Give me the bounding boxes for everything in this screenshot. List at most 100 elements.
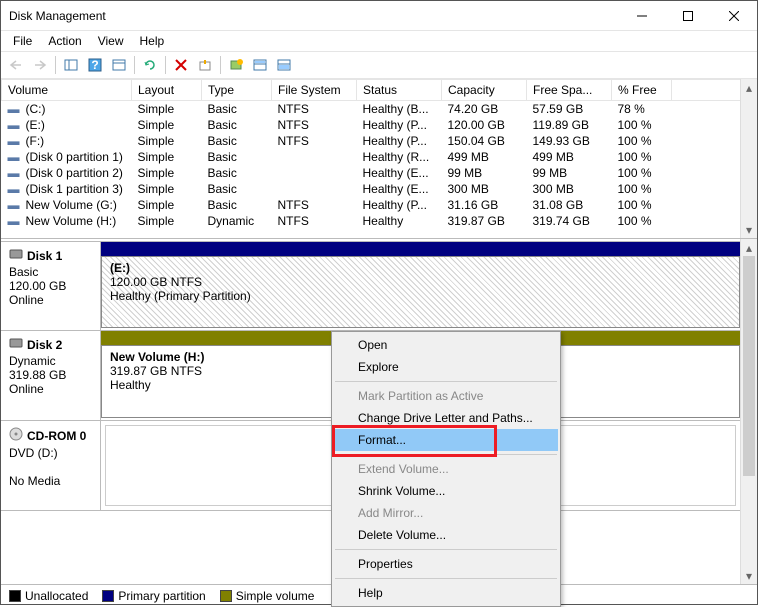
disk-color-bar (101, 242, 740, 256)
volume-name: (F:) (26, 134, 45, 148)
action-list-button[interactable] (108, 54, 130, 76)
cell: 100 % (612, 181, 672, 197)
volume-row[interactable]: ▬(Disk 1 partition 3)SimpleBasicHealthy … (2, 181, 757, 197)
cell: Healthy (E... (357, 181, 442, 197)
menu-item-add-mirror: Add Mirror... (334, 502, 558, 524)
menu-item-format[interactable]: Format... (334, 429, 558, 451)
cell: 100 % (612, 213, 672, 229)
cell: 31.08 GB (527, 197, 612, 213)
help-button[interactable]: ? (84, 54, 106, 76)
disk-header[interactable]: CD-ROM 0DVD (D:) No Media (1, 421, 101, 510)
cell: 300 MB (527, 181, 612, 197)
column-header[interactable]: Status (357, 80, 442, 101)
menu-view[interactable]: View (90, 32, 132, 50)
volume-icon: ▬ (6, 150, 22, 164)
menu-help[interactable]: Help (132, 32, 173, 50)
column-header[interactable]: File System (272, 80, 357, 101)
legend-swatch (220, 590, 232, 602)
menu-item-delete-volume[interactable]: Delete Volume... (334, 524, 558, 546)
refresh-button[interactable] (139, 54, 161, 76)
cell: 149.93 GB (527, 133, 612, 149)
menu-item-properties[interactable]: Properties (334, 553, 558, 575)
volume-row[interactable]: ▬(Disk 0 partition 1)SimpleBasicHealthy … (2, 149, 757, 165)
cdrom-icon (9, 427, 23, 444)
show-hide-console-tree-button[interactable] (60, 54, 82, 76)
menu-item-shrink-volume[interactable]: Shrink Volume... (334, 480, 558, 502)
disk-header[interactable]: Disk 2Dynamic319.88 GBOnline (1, 331, 101, 420)
window-title: Disk Management (9, 9, 619, 23)
cell: 31.16 GB (442, 197, 527, 213)
scroll-down-icon[interactable]: ▾ (741, 221, 757, 238)
column-header[interactable]: % Free (612, 80, 672, 101)
volume-row[interactable]: ▬(F:)SimpleBasicNTFSHealthy (P...150.04 … (2, 133, 757, 149)
cell: 319.87 GB (442, 213, 527, 229)
disk-info-line: 120.00 GB (9, 279, 92, 293)
column-header[interactable]: Layout (132, 80, 202, 101)
menu-separator (335, 381, 557, 382)
disk-name: CD-ROM 0 (27, 429, 86, 443)
volume-name: (C:) (26, 102, 46, 116)
menu-separator (335, 549, 557, 550)
settings-bottom-button[interactable] (273, 54, 295, 76)
menu-item-explore[interactable]: Explore (334, 356, 558, 378)
column-header[interactable]: Volume (2, 80, 132, 101)
menu-action[interactable]: Action (40, 32, 89, 50)
new-partition-button[interactable] (225, 54, 247, 76)
menu-item-change-drive-letter-and-paths[interactable]: Change Drive Letter and Paths... (334, 407, 558, 429)
delete-button[interactable] (170, 54, 192, 76)
cell (272, 181, 357, 197)
volume-row[interactable]: ▬(Disk 0 partition 2)SimpleBasicHealthy … (2, 165, 757, 181)
volume-icon: ▬ (6, 134, 22, 148)
cell: Basic (202, 101, 272, 118)
scrollbar-thumb[interactable] (743, 256, 755, 476)
cell: Simple (132, 213, 202, 229)
cell: 57.59 GB (527, 101, 612, 118)
settings-top-button[interactable] (249, 54, 271, 76)
column-header[interactable]: Type (202, 80, 272, 101)
disk-header[interactable]: Disk 1Basic120.00 GBOnline (1, 242, 101, 330)
cell: 119.89 GB (527, 117, 612, 133)
close-button[interactable] (711, 1, 757, 31)
menu-separator (335, 578, 557, 579)
disk-info-line: Basic (9, 265, 92, 279)
properties-button[interactable] (194, 54, 216, 76)
volume-name: (Disk 0 partition 1) (26, 150, 123, 164)
volume-icon: ▬ (6, 166, 22, 180)
column-header[interactable]: Free Spa... (527, 80, 612, 101)
svg-text:?: ? (91, 58, 98, 72)
volume-row[interactable]: ▬(C:)SimpleBasicNTFSHealthy (B...74.20 G… (2, 101, 757, 118)
minimize-button[interactable] (619, 1, 665, 31)
cell: Healthy (P... (357, 133, 442, 149)
menu-file[interactable]: File (5, 32, 40, 50)
back-button[interactable] (5, 54, 27, 76)
disk-pane-scrollbar[interactable]: ▴ ▾ (740, 239, 757, 584)
legend-swatch (102, 590, 114, 602)
context-menu[interactable]: OpenExploreMark Partition as ActiveChang… (331, 331, 561, 607)
volume-list-scrollbar[interactable]: ▴ ▾ (740, 79, 757, 238)
scroll-up-icon[interactable]: ▴ (741, 79, 757, 96)
cell: Basic (202, 133, 272, 149)
disk-info-line: Online (9, 293, 92, 307)
cell: 499 MB (527, 149, 612, 165)
legend-item: Unallocated (9, 589, 88, 603)
scroll-up-icon[interactable]: ▴ (741, 239, 757, 256)
disk-info-line: No Media (9, 474, 92, 488)
forward-button[interactable] (29, 54, 51, 76)
scroll-down-icon[interactable]: ▾ (741, 567, 757, 584)
column-header[interactable]: Capacity (442, 80, 527, 101)
volume-row[interactable]: ▬New Volume (H:)SimpleDynamicNTFSHealthy… (2, 213, 757, 229)
menu-item-open[interactable]: Open (334, 334, 558, 356)
volume-name: New Volume (G:) (26, 198, 117, 212)
maximize-button[interactable] (665, 1, 711, 31)
volume-box[interactable]: (E:)120.00 GB NTFSHealthy (Primary Parti… (101, 256, 740, 328)
menu-item-help[interactable]: Help (334, 582, 558, 604)
cell: Healthy (357, 213, 442, 229)
volume-row[interactable]: ▬(E:)SimpleBasicNTFSHealthy (P...120.00 … (2, 117, 757, 133)
cell: Healthy (R... (357, 149, 442, 165)
menu-separator (335, 454, 557, 455)
cell: 99 MB (527, 165, 612, 181)
disk-info-line: 319.88 GB (9, 368, 92, 382)
volume-row[interactable]: ▬New Volume (G:)SimpleBasicNTFSHealthy (… (2, 197, 757, 213)
volume-box-label: (E:) (110, 261, 731, 275)
cell: 100 % (612, 149, 672, 165)
